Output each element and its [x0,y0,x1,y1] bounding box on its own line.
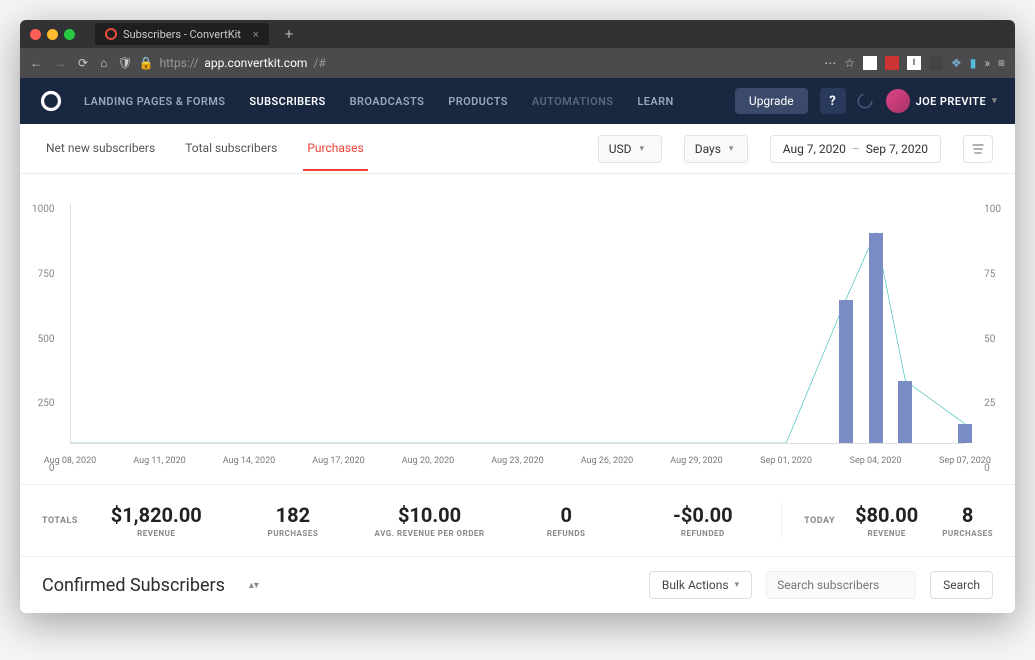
forward-icon[interactable]: → [54,56,66,70]
chart-area: 10007505002500 1007550250 Aug 08, 2020Au… [20,174,1015,484]
total-avg-revenue-per-order: $10.00AVG. REVENUE PER ORDER [361,503,498,538]
total-refunded: -$0.00REFUNDED [635,503,772,538]
x-tick-label: Aug 11, 2020 [133,456,185,466]
nav-item-automations[interactable]: AUTOMATIONS [532,95,613,108]
overflow-icon[interactable]: » [984,56,990,70]
bottom-row: Confirmed Subscribers ▴▾ Bulk Actions ▾ … [20,556,1015,613]
chevron-down-icon: ▾ [992,96,997,106]
totals-row: TOTALS $1,820.00REVENUE182PURCHASES$10.0… [20,484,1015,556]
activity-icon[interactable] [856,92,874,110]
ext-icon-2[interactable] [885,56,899,70]
subtab-net-new-subscribers[interactable]: Net new subscribers [42,127,159,171]
ext-icon-6[interactable]: ▮ [970,56,977,70]
address-bar: ← → ⟳ ⌂ 🛡 🔒 https://app.convertkit.com/#… [20,48,1015,78]
chart-line [71,233,965,443]
today-purchases: 8PURCHASES [942,503,993,538]
total-refunds: 0REFUNDS [498,503,635,538]
lock-icon: 🔒 [139,56,154,70]
help-button[interactable]: ? [820,88,846,114]
chart-bar [839,300,853,443]
close-window-button[interactable] [30,29,41,40]
search-input[interactable] [766,571,916,599]
back-icon[interactable]: ← [30,56,42,70]
upgrade-button[interactable]: Upgrade [735,88,808,114]
caret-down-icon: ▾ [735,580,740,590]
app-nav: LANDING PAGES & FORMS SUBSCRIBERS BROADCAS… [20,78,1015,124]
minimize-window-button[interactable] [47,29,58,40]
star-icon[interactable]: ☆ [844,56,855,70]
x-tick-label: Aug 29, 2020 [670,456,722,466]
reload-icon[interactable]: ⟳ [78,56,88,70]
avatar [886,89,910,113]
granularity-select[interactable]: Days▾ [684,135,748,163]
segment-title: Confirmed Subscribers [42,575,225,596]
nav-item-landing-pages-forms[interactable]: LANDING PAGES & FORMS [84,95,225,108]
nav-item-broadcasts[interactable]: BROADCASTS [350,95,425,108]
convertkit-logo-icon[interactable] [38,88,64,114]
x-tick-label: Aug 14, 2020 [223,456,275,466]
more-icon[interactable]: ⋯ [824,56,836,70]
traffic-lights [30,29,75,40]
tab-title: Subscribers - ConvertKit [123,28,241,41]
home-icon[interactable]: ⌂ [100,56,107,70]
url-field[interactable]: 🛡 🔒 https://app.convertkit.com/# [117,56,814,70]
shield-icon: 🛡 [117,56,132,70]
subtab-total-subscribers[interactable]: Total subscribers [181,127,281,171]
total-purchases: 182PURCHASES [225,503,362,538]
maximize-window-button[interactable] [64,29,75,40]
x-tick-label: Aug 23, 2020 [491,456,543,466]
user-menu[interactable]: JOE PREVITE ▾ [886,89,997,113]
ext-icon-3[interactable]: I [907,56,921,70]
convertkit-favicon-icon [105,28,117,40]
close-tab-icon[interactable]: × [253,28,259,41]
nav-item-learn[interactable]: LEARN [637,95,673,108]
ext-icon-4[interactable] [929,56,943,70]
x-tick-label: Sep 04, 2020 [850,456,902,466]
chevron-down-icon: ▾ [729,144,734,154]
chart-bar [958,424,972,443]
user-name: JOE PREVITE [916,95,986,108]
purchases-chart: 10007505002500 1007550250 Aug 08, 2020Au… [60,204,975,474]
search-button[interactable]: Search [930,571,993,599]
new-tab-button[interactable]: + [285,25,294,43]
x-tick-label: Sep 07, 2020 [939,456,991,466]
nav-item-products[interactable]: PRODUCTS [448,95,508,108]
browser-tab[interactable]: Subscribers - ConvertKit × [95,23,269,45]
x-tick-label: Aug 26, 2020 [581,456,633,466]
totals-label: TOTALS [42,516,78,526]
chevron-down-icon: ▾ [639,144,644,154]
toolbar-right-icons: ⋯ ☆ I ❖ ▮ » ≡ [824,56,1005,70]
currency-select[interactable]: USD▾ [598,135,662,163]
today-revenue: $80.00REVENUE [855,503,918,538]
total-revenue: $1,820.00REVENUE [88,503,225,538]
bulk-actions-button[interactable]: Bulk Actions ▾ [649,571,752,599]
x-tick-label: Aug 20, 2020 [402,456,454,466]
search-input-field[interactable] [777,578,905,592]
ext-icon-1[interactable] [863,56,877,70]
chart-bar [898,381,912,443]
ext-icon-5[interactable]: ❖ [951,56,962,70]
today-label: TODAY [804,516,835,526]
sort-icon [971,142,985,156]
nav-item-subscribers[interactable]: SUBSCRIBERS [249,95,325,108]
x-tick-label: Aug 17, 2020 [312,456,364,466]
x-tick-label: Aug 08, 2020 [44,456,96,466]
chart-bar [869,233,883,443]
sort-toggle[interactable]: ▴▾ [249,580,259,591]
sub-nav: Net new subscribers Total subscribers Purc… [20,124,1015,174]
x-tick-label: Sep 01, 2020 [760,456,812,466]
titlebar: Subscribers - ConvertKit × + [20,20,1015,48]
date-range-picker[interactable]: Aug 7, 2020 – Sep 7, 2020 [770,135,941,163]
sort-button[interactable] [963,135,993,163]
subtab-purchases[interactable]: Purchases [303,127,367,171]
browser-window: Subscribers - ConvertKit × + ← → ⟳ ⌂ 🛡 🔒… [20,20,1015,613]
menu-icon[interactable]: ≡ [998,56,1005,70]
